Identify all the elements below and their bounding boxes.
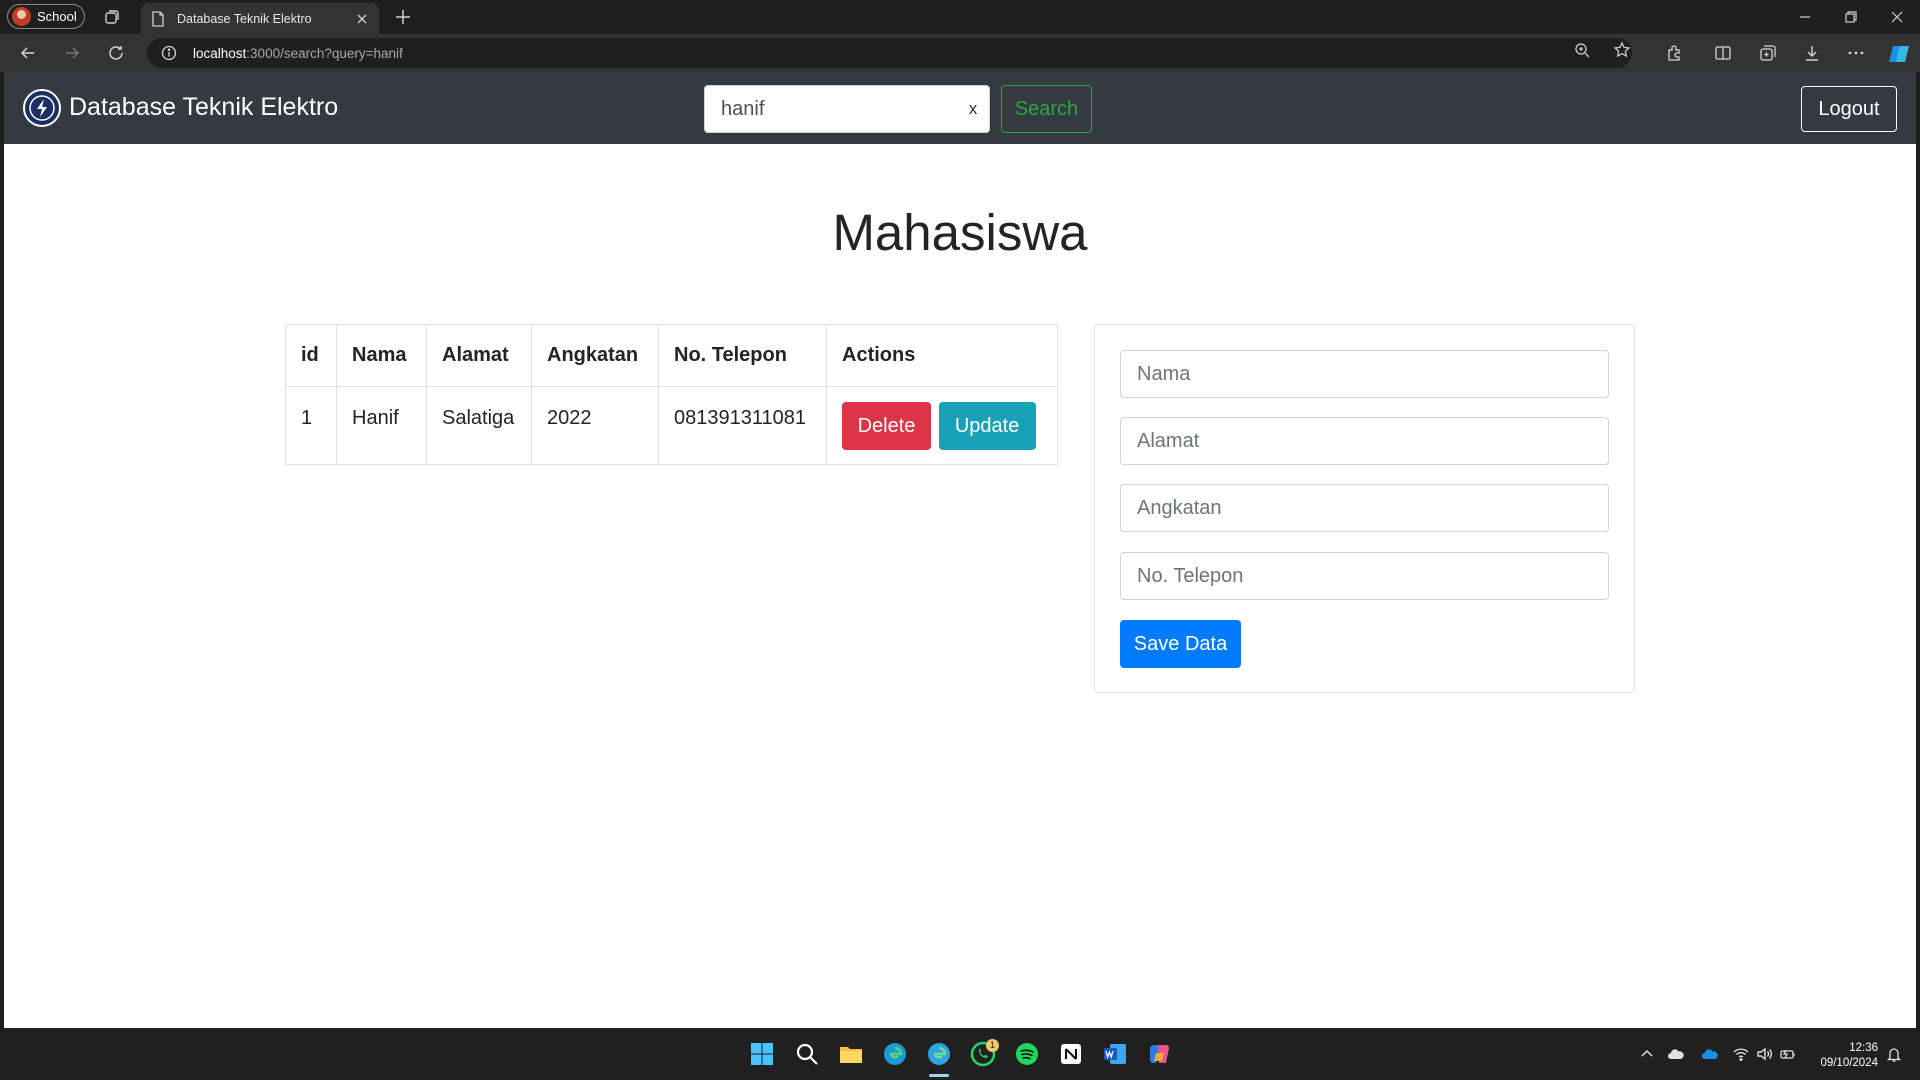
edge-active-icon[interactable] [926, 1041, 952, 1067]
windows-start-icon[interactable] [749, 1041, 775, 1067]
search-button[interactable]: Search [1001, 85, 1092, 133]
profile-button[interactable]: School [7, 4, 85, 29]
logout-button[interactable]: Logout [1801, 86, 1897, 132]
tab-title: Database Teknik Elektro [177, 11, 312, 26]
browser-tab-strip: School Database Teknik Elektro [0, 0, 1920, 34]
column-header-angkatan: Angkatan [531, 324, 659, 387]
more-menu-icon[interactable] [1846, 43, 1866, 63]
profile-label: School [37, 9, 77, 24]
browser-toolbar: localhost:3000/search?query=hanif [0, 34, 1920, 72]
column-header-nama: Nama [336, 324, 427, 387]
active-app-indicator [929, 1074, 949, 1077]
profile-avatar [12, 7, 31, 26]
cell-angkatan: 2022 [531, 386, 659, 465]
tab-actions-icon[interactable] [102, 7, 122, 27]
spotify-icon[interactable] [1014, 1041, 1040, 1067]
favorite-star-icon[interactable] [1613, 41, 1631, 59]
minimize-icon[interactable] [1795, 7, 1815, 27]
copilot-icon[interactable] [1887, 42, 1911, 66]
url-host: localhost [193, 45, 247, 61]
windows-taskbar: 1 12:36 09/10/2024 [0, 1028, 1920, 1080]
url-path: :3000/search?query=hanif [246, 45, 403, 61]
student-form-card: Save Data [1094, 324, 1635, 693]
alamat-input[interactable] [1120, 417, 1609, 465]
file-explorer-icon[interactable] [838, 1041, 864, 1067]
copilot-app-icon[interactable] [1146, 1041, 1172, 1067]
cell-actions: Delete Update [826, 386, 1058, 465]
telepon-input[interactable] [1120, 552, 1609, 600]
search-clear-button[interactable]: x [962, 97, 984, 121]
brand-logo[interactable] [23, 89, 61, 127]
cell-alamat: Salatiga [426, 386, 532, 465]
browser-tab-active[interactable]: Database Teknik Elektro [141, 3, 379, 34]
page-title: Mahasiswa [832, 204, 1088, 261]
collections-icon[interactable] [1758, 43, 1778, 63]
clock-time: 12:36 [1849, 1042, 1878, 1054]
table-row: 1 Hanif Salatiga 2022 081391311081 Delet… [285, 386, 1058, 465]
notification-icon[interactable] [1885, 1045, 1903, 1063]
zoom-icon[interactable] [1573, 41, 1591, 59]
close-tab-icon[interactable] [355, 12, 369, 26]
column-header-telepon: No. Telepon [658, 324, 827, 387]
clock-date: 09/10/2024 [1820, 1057, 1878, 1069]
app-navbar: Database Teknik Elektro x Search Logout [4, 72, 1916, 144]
mahasiswa-table: id Nama Alamat Angkatan No. Telepon Acti… [285, 324, 1058, 465]
edge-icon[interactable] [882, 1041, 908, 1067]
extensions-icon[interactable] [1665, 43, 1685, 63]
cell-id: 1 [285, 386, 337, 465]
address-bar[interactable]: localhost:3000/search?query=hanif [147, 38, 1632, 68]
volume-icon[interactable] [1755, 1045, 1773, 1063]
save-data-button[interactable]: Save Data [1120, 620, 1241, 668]
cell-telepon: 081391311081 [658, 386, 827, 465]
nama-input[interactable] [1120, 350, 1609, 398]
search-icon[interactable] [794, 1041, 820, 1067]
delete-button[interactable]: Delete [842, 402, 931, 450]
search-input[interactable] [704, 85, 990, 133]
onedrive-blue-icon[interactable] [1701, 1045, 1719, 1063]
reload-icon[interactable] [106, 43, 126, 63]
new-tab-icon[interactable] [393, 7, 413, 27]
cell-nama: Hanif [336, 386, 427, 465]
forward-icon[interactable] [62, 43, 82, 63]
update-button[interactable]: Update [938, 402, 1036, 450]
taskbar-clock[interactable]: 12:36 09/10/2024 [1808, 1041, 1878, 1071]
whatsapp-badge: 1 [986, 1039, 999, 1052]
wifi-icon[interactable] [1732, 1045, 1750, 1063]
angkatan-input[interactable] [1120, 484, 1609, 532]
page-viewport: Database Teknik Elektro x Search Logout … [4, 72, 1916, 1028]
back-icon[interactable] [18, 43, 38, 63]
battery-icon[interactable] [1779, 1045, 1797, 1063]
onedrive-gray-icon[interactable] [1667, 1045, 1685, 1063]
column-header-alamat: Alamat [426, 324, 532, 387]
downloads-icon[interactable] [1802, 43, 1822, 63]
restore-icon[interactable] [1841, 7, 1861, 27]
brand-title[interactable]: Database Teknik Elektro [69, 93, 338, 122]
chevron-up-icon[interactable] [1638, 1045, 1656, 1063]
site-info-icon[interactable] [161, 45, 177, 61]
window-close-icon[interactable] [1887, 7, 1907, 27]
lightning-logo-icon [29, 95, 55, 121]
word-icon[interactable] [1102, 1041, 1128, 1067]
split-screen-icon[interactable] [1713, 43, 1733, 63]
table-header-row: id Nama Alamat Angkatan No. Telepon Acti… [285, 324, 1058, 387]
column-header-actions: Actions [826, 324, 1058, 387]
column-header-id: id [285, 324, 337, 387]
notion-icon[interactable] [1058, 1041, 1084, 1067]
page-icon [152, 10, 164, 27]
